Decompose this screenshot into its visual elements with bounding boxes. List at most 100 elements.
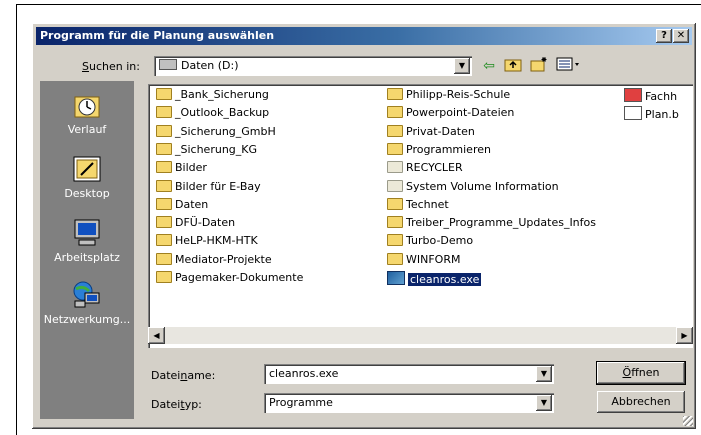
file-list-item[interactable]: _Bank_Sicherung [156, 88, 269, 104]
chevron-down-icon[interactable]: ▼ [536, 395, 552, 411]
file-name: Privat-Daten [406, 124, 475, 138]
file-list-item[interactable]: Turbo-Demo [387, 234, 473, 250]
place-my-computer[interactable]: Arbeitsplatz [40, 217, 134, 264]
resize-grip[interactable] [683, 416, 693, 426]
filetype-label: Dateityp: [151, 398, 202, 411]
file-list-item[interactable]: Mediator-Projekte [156, 252, 272, 269]
lookin-value: Daten (D:) [159, 59, 239, 72]
pdf-file-icon [624, 88, 642, 102]
new-folder-icon[interactable] [528, 56, 550, 76]
file-name: WINFORM [406, 252, 461, 266]
file-list-item[interactable]: RECYCLER [387, 161, 463, 177]
cancel-button[interactable]: Abbrechen [597, 391, 685, 413]
file-name: System Volume Information [406, 179, 559, 193]
place-label: Desktop [64, 187, 110, 200]
file-list-item[interactable]: DFÜ-Daten [156, 216, 235, 232]
filetype-select[interactable]: Programme ▼ [264, 393, 554, 413]
folder-icon [156, 197, 172, 210]
folder-icon [156, 179, 172, 192]
place-desktop[interactable]: Desktop [40, 153, 134, 200]
chevron-down-icon[interactable]: ▼ [536, 366, 552, 382]
folder-icon [387, 179, 403, 192]
file-list-item[interactable]: Privat-Daten [387, 124, 475, 141]
folder-icon [387, 124, 403, 137]
file-list-item[interactable]: Technet [387, 197, 449, 214]
drive-icon [159, 59, 177, 70]
folder-icon [156, 124, 172, 137]
open-button[interactable]: Öffnen [596, 361, 686, 385]
lookin-combo[interactable]: Daten (D:) ▼ [154, 56, 472, 76]
file-list-item[interactable]: Bilder für E-Bay [156, 179, 261, 196]
place-network[interactable]: Netzwerkumg... [40, 279, 134, 326]
exe-file-icon [387, 271, 405, 285]
up-folder-icon[interactable] [502, 56, 524, 76]
folder-icon [156, 271, 172, 283]
file-name: DFÜ-Daten [175, 216, 236, 230]
filename-field[interactable]: cleanros.exe ▼ [264, 364, 554, 384]
desktop-icon [73, 156, 101, 182]
history-icon [74, 96, 100, 118]
file-name: _Bank_Sicherung [175, 88, 269, 101]
file-name: Mediator-Projekte [175, 252, 272, 266]
document-file-icon [624, 106, 642, 121]
file-list-item[interactable]: Programmieren [387, 142, 491, 159]
file-list-item[interactable]: Pagemaker-Dokumente [156, 271, 303, 287]
back-icon[interactable]: ⇦ [478, 56, 500, 76]
file-list-item[interactable]: Philipp-Reis-Schule [387, 88, 510, 104]
help-button[interactable]: ? [656, 29, 672, 43]
place-label: Verlauf [67, 123, 107, 136]
dialog-title: Programm für die Planung auswählen [40, 29, 275, 42]
page-border-top [16, 4, 701, 5]
folder-icon [387, 88, 403, 100]
file-list-item[interactable]: Fachh [624, 88, 677, 104]
file-name: _Outlook_Backup [175, 106, 270, 120]
place-history[interactable]: Verlauf [40, 89, 134, 136]
close-button[interactable]: ✕ [673, 29, 689, 43]
folder-icon [156, 88, 172, 100]
view-menu-icon[interactable] [554, 56, 584, 76]
folder-icon [156, 252, 172, 265]
folder-icon [156, 142, 172, 155]
file-list-item[interactable]: Powerpoint-Dateien [387, 106, 514, 122]
folder-icon [387, 197, 403, 210]
file-list-item[interactable]: Daten [156, 197, 209, 214]
file-name: Philipp-Reis-Schule [406, 88, 511, 101]
folder-icon [387, 234, 403, 247]
folder-icon [387, 216, 403, 229]
chevron-down-icon[interactable]: ▼ [454, 58, 470, 74]
file-name: Turbo-Demo [406, 234, 474, 248]
file-name: cleanros.exe [408, 273, 482, 286]
file-name: Bilder [175, 161, 207, 175]
place-label: Netzwerkumg... [43, 313, 131, 326]
filetype-value: Programme [269, 396, 333, 409]
file-list-item[interactable]: _Outlook_Backup [156, 106, 269, 122]
file-list-item[interactable]: System Volume Information [387, 179, 559, 196]
file-name: Programmieren [406, 142, 491, 156]
scroll-left-icon[interactable]: ◀ [148, 327, 165, 344]
folder-icon [387, 106, 403, 119]
file-name: Bilder für E-Bay [175, 179, 261, 193]
file-name: _Sicherung_KG [175, 142, 258, 156]
file-list-item[interactable]: cleanros.exe [387, 271, 482, 287]
file-list-item[interactable]: Plan.b [624, 106, 679, 122]
file-list-item[interactable]: HeLP-HKM-HTK [156, 234, 258, 250]
file-list-item[interactable]: WINFORM [387, 252, 461, 269]
title-bar: Programm für die Planung auswählen ? ✕ [36, 27, 692, 45]
folder-icon [156, 161, 172, 174]
horizontal-scrollbar[interactable]: ◀ ▶ [148, 327, 693, 344]
file-name: HeLP-HKM-HTK [175, 234, 258, 248]
open-label: Öffnen [622, 366, 660, 379]
my-computer-icon [74, 219, 100, 246]
file-name: Daten [175, 197, 209, 211]
file-list-item[interactable]: Treiber_Programme_Updates_Infos [387, 216, 596, 232]
file-list-item[interactable]: Bilder [156, 161, 207, 177]
file-name: Plan.b [645, 108, 679, 122]
file-list[interactable]: _Bank_Sicherung _Outlook_Backup _Sicherung… [148, 84, 693, 348]
file-list-item[interactable]: _Sicherung_KG [156, 142, 258, 159]
scroll-right-icon[interactable]: ▶ [676, 327, 693, 344]
places-bar: Verlauf Desktop Arbeitsplatz Netzwerkumg… [40, 81, 134, 419]
folder-icon [156, 106, 172, 119]
file-list-item[interactable]: _Sicherung_GmbH [156, 124, 276, 141]
file-name: Fachh [645, 90, 678, 103]
filename-value: cleanros.exe [269, 367, 339, 380]
